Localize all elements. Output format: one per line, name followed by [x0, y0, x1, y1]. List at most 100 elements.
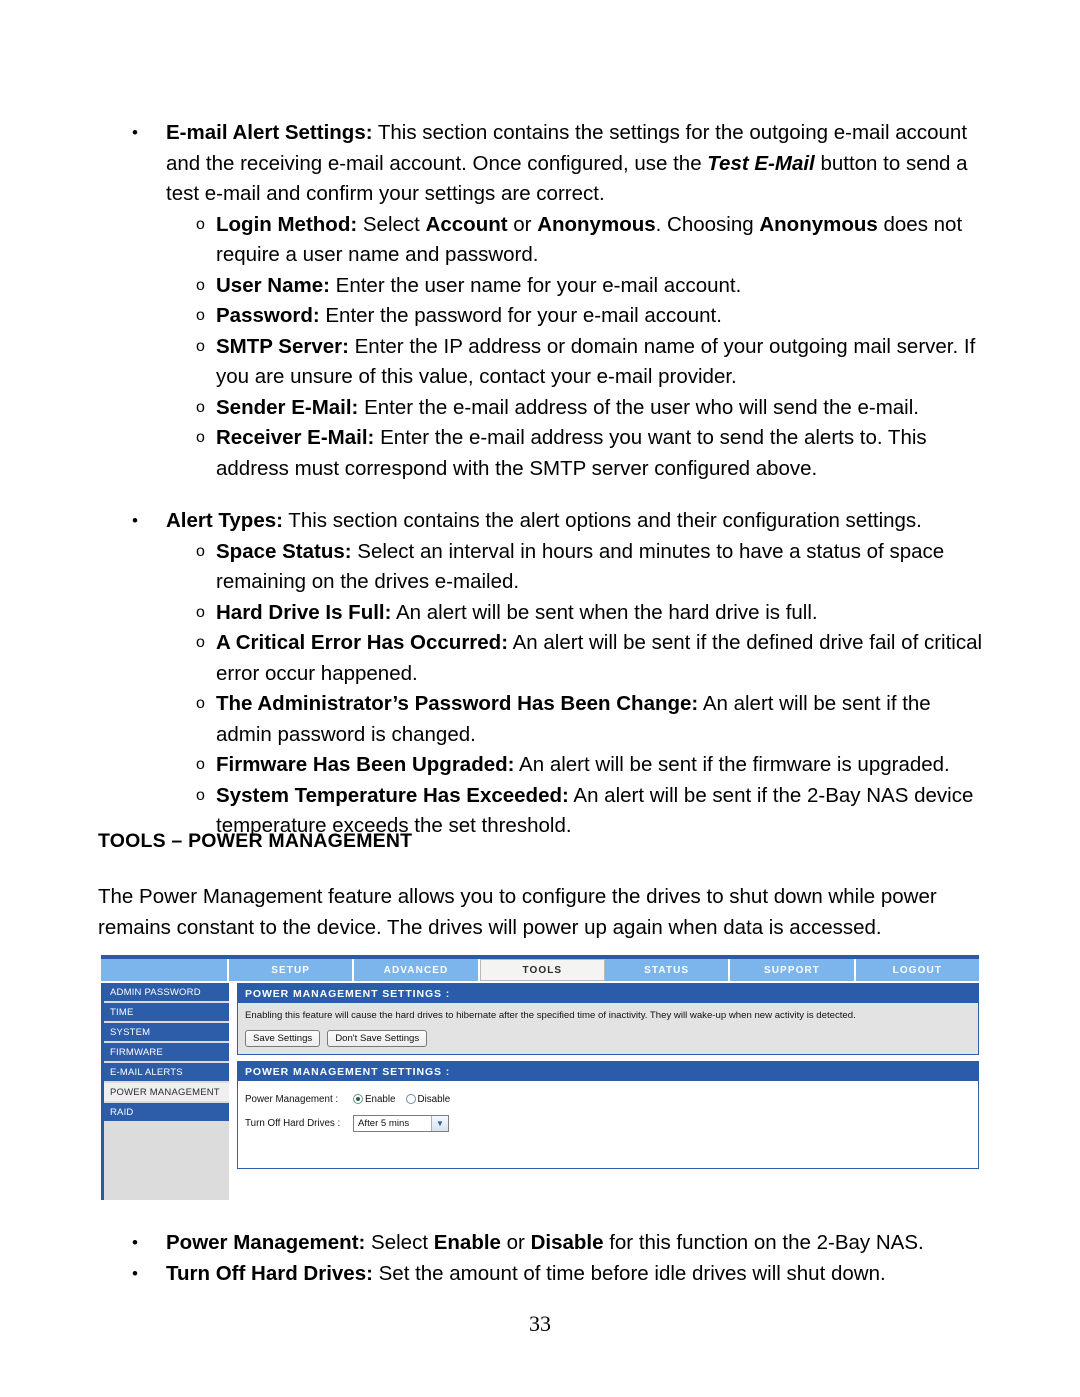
bullet-marker: •: [132, 1233, 138, 1252]
subbullet-term: User Name:: [216, 273, 330, 297]
subbullet-firmware-upgraded: o Firmware Has Been Upgraded: An alert w…: [98, 750, 990, 781]
bullet-italic-term: Test E-Mail: [707, 151, 815, 175]
lower-bullet-list: • Power Management: Select Enable or Dis…: [98, 1228, 990, 1289]
subbullet-term: SMTP Server:: [216, 334, 349, 358]
sidebar-item-power-management[interactable]: POWER MANAGEMENT: [104, 1083, 229, 1103]
subbullet-bold-anonymous: Anonymous: [537, 212, 656, 236]
intro-paragraph: The Power Management feature allows you …: [98, 885, 937, 939]
dont-save-settings-button[interactable]: Don't Save Settings: [327, 1030, 428, 1047]
page-number: 33: [529, 1311, 551, 1336]
panel-power-management-settings: POWER MANAGEMENT SETTINGS : Power Manage…: [237, 1061, 979, 1169]
subbullet-marker: o: [196, 276, 205, 294]
subbullet-bold-account: Account: [425, 212, 508, 236]
radio-disable[interactable]: Disable: [405, 1094, 450, 1105]
subbullet-sender-email: o Sender E-Mail: Enter the e-mail addres…: [98, 393, 990, 424]
panel-description: Enabling this feature will cause the har…: [245, 1010, 856, 1021]
subbullet-login-method: o Login Method: Select Account or Anonym…: [98, 210, 990, 271]
bullet-text: for this function on the 2-Bay NAS.: [603, 1231, 924, 1254]
subbullet-marker: o: [196, 634, 205, 651]
subbullet-term: Login Method:: [216, 212, 358, 236]
subbullet-receiver-email: o Receiver E-Mail: Enter the e-mail addr…: [98, 423, 990, 484]
ui-sidebar: ADMIN PASSWORD TIME SYSTEM FIRMWARE E-MA…: [101, 983, 229, 1200]
bullet-turn-off-hard-drives: • Turn Off Hard Drives: Set the amount o…: [98, 1259, 990, 1290]
bullet-marker: •: [132, 123, 138, 142]
subbullet-marker: o: [196, 603, 205, 621]
panel-body-bottom: Power Management : Enable Disable Turn O…: [238, 1081, 978, 1168]
bullet-alert-types: • Alert Types: This section contains the…: [98, 506, 990, 537]
radio-enable-dot-icon[interactable]: [353, 1094, 363, 1104]
document-page: • E-mail Alert Settings: This section co…: [0, 0, 1080, 1397]
sidebar-item-firmware[interactable]: FIRMWARE: [104, 1043, 229, 1063]
subbullet-text: or: [507, 212, 538, 236]
subbullet-text: . Choosing: [655, 212, 760, 236]
button-row: Save Settings Don't Save Settings: [245, 1030, 971, 1047]
chevron-down-icon[interactable]: ▼: [431, 1115, 448, 1131]
tab-tools[interactable]: TOOLS: [479, 959, 605, 981]
subbullet-term: Sender E-Mail:: [216, 395, 359, 419]
sidebar-item-raid[interactable]: RAID: [104, 1103, 229, 1123]
upper-bullet-list: • E-mail Alert Settings: This section co…: [98, 118, 990, 842]
nav-logo-spacer: [101, 959, 229, 981]
subbullet-term: Receiver E-Mail:: [216, 426, 375, 449]
bullet-bold-disable: Disable: [530, 1231, 604, 1254]
bullet-text: This section contains the alert options …: [282, 509, 922, 532]
panel-header-bottom: POWER MANAGEMENT SETTINGS :: [238, 1062, 978, 1081]
subbullet-marker: o: [196, 337, 205, 355]
bullet-term: E-mail Alert Settings:: [166, 121, 373, 144]
sidebar-item-admin-password[interactable]: ADMIN PASSWORD: [104, 983, 229, 1003]
embedded-ui-screenshot: SETUP ADVANCED TOOLS STATUS SUPPORT LOGO…: [101, 955, 979, 1200]
tab-support[interactable]: SUPPORT: [730, 959, 856, 981]
turn-off-hard-drives-value: After 5 mins: [358, 1117, 410, 1129]
subbullet-marker: o: [196, 542, 205, 560]
bullet-email-alert-settings: • E-mail Alert Settings: This section co…: [98, 118, 990, 210]
subbullet-term: Space Status:: [216, 539, 352, 563]
tab-logout[interactable]: LOGOUT: [855, 959, 979, 981]
ui-main-content: POWER MANAGEMENT SETTINGS : Enabling thi…: [229, 983, 979, 1200]
save-settings-button[interactable]: Save Settings: [245, 1030, 321, 1047]
bullet-text: or: [500, 1231, 531, 1254]
subbullet-marker: o: [196, 307, 205, 324]
subbullet-password: o Password: Enter the password for your …: [98, 301, 990, 332]
ui-nav-tabbar: SETUP ADVANCED TOOLS STATUS SUPPORT LOGO…: [101, 959, 979, 981]
radio-disable-dot-icon[interactable]: [405, 1094, 416, 1104]
power-management-radio-group: Enable Disable: [353, 1094, 450, 1105]
subbullet-user-name: o User Name: Enter the user name for you…: [98, 271, 990, 302]
subbullet-marker: o: [196, 429, 205, 446]
subbullet-space-status: o Space Status: Select an interval in ho…: [98, 537, 990, 598]
subbullet-term: Password:: [216, 304, 320, 327]
tab-status[interactable]: STATUS: [604, 959, 731, 981]
subbullet-term: A Critical Error Has Occurred:: [216, 631, 509, 654]
tab-advanced[interactable]: ADVANCED: [354, 959, 480, 981]
page-title: TOOLS – POWER MANAGEMENT: [98, 830, 413, 852]
subbullet-critical-error: o A Critical Error Has Occurred: An aler…: [98, 628, 990, 689]
power-management-label: Power Management :: [245, 1093, 339, 1105]
turn-off-hard-drives-select[interactable]: After 5 mins ▼: [353, 1114, 449, 1132]
bullet-term: Power Management:: [166, 1231, 366, 1254]
subbullet-marker: o: [196, 756, 205, 773]
form-row-power-management: Power Management : Enable Disable: [245, 1087, 971, 1111]
tab-setup[interactable]: SETUP: [229, 959, 355, 981]
panel-power-management-info: POWER MANAGEMENT SETTINGS : Enabling thi…: [237, 983, 979, 1055]
bullet-term: Alert Types:: [166, 509, 283, 532]
turn-off-hard-drives-label: Turn Off Hard Drives :: [245, 1117, 341, 1129]
subbullet-text: Enter the user name for your e-mail acco…: [329, 273, 742, 297]
sidebar-item-email-alerts[interactable]: E-MAIL ALERTS: [104, 1063, 229, 1083]
subbullet-term: Firmware Has Been Upgraded:: [216, 753, 515, 776]
radio-enable[interactable]: Enable: [353, 1094, 396, 1105]
panel-header-top: POWER MANAGEMENT SETTINGS :: [238, 984, 978, 1003]
bullet-bold-enable: Enable: [433, 1231, 501, 1254]
subbullet-text: Enter the password for your e-mail accou…: [319, 304, 722, 327]
subbullet-marker: o: [196, 786, 205, 804]
form-row-turn-off-hard-drives: Turn Off Hard Drives : After 5 mins ▼: [245, 1111, 971, 1135]
bullet-term: Turn Off Hard Drives:: [166, 1261, 373, 1285]
ui-body: ADMIN PASSWORD TIME SYSTEM FIRMWARE E-MA…: [101, 983, 979, 1200]
subbullet-term: The Administrator’s Password Has Been Ch…: [216, 692, 699, 715]
sidebar-item-time[interactable]: TIME: [104, 1003, 229, 1023]
sidebar-item-system[interactable]: SYSTEM: [104, 1023, 229, 1043]
subbullet-hard-drive-full: o Hard Drive Is Full: An alert will be s…: [98, 598, 990, 629]
subbullet-marker: o: [196, 398, 205, 416]
subbullet-text: An alert will be sent if the firmware is…: [514, 753, 950, 776]
subbullet-smtp-server: o SMTP Server: Enter the IP address or d…: [98, 332, 990, 393]
subbullet-marker: o: [196, 695, 205, 712]
